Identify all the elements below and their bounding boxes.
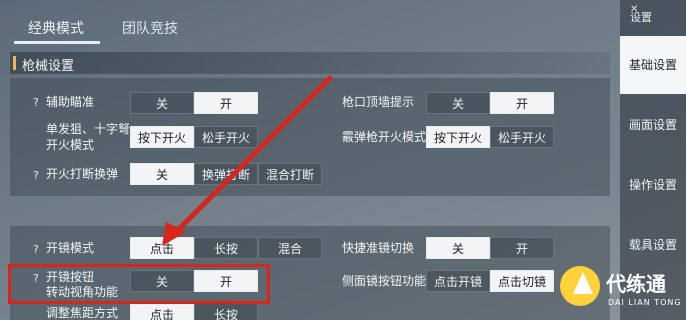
watermark-name: 代练通 (606, 272, 666, 296)
watermark-logo: 代练通 DAI LIAN TONG (556, 258, 686, 320)
watermark-sub: DAI LIAN TONG (608, 298, 682, 307)
logo-badge-icon (560, 266, 600, 306)
